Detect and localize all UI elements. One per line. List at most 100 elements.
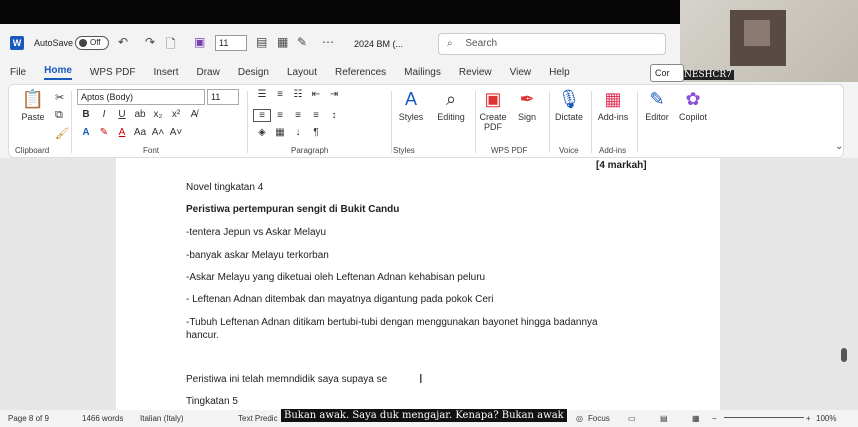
chevron-down-icon[interactable]: ⌄ xyxy=(835,141,843,152)
zoom-out-icon[interactable]: − xyxy=(712,414,717,423)
tab-review[interactable]: Review xyxy=(459,67,492,78)
sort-icon[interactable]: ↓ xyxy=(289,127,307,138)
copilot-button[interactable]: ✿ Copilot xyxy=(675,89,711,122)
tab-insert[interactable]: Insert xyxy=(153,67,178,78)
tab-view[interactable]: View xyxy=(510,67,532,78)
quick-font-size[interactable]: 11 xyxy=(215,35,247,51)
search-icon: ⌕ xyxy=(447,38,453,49)
tab-help[interactable]: Help xyxy=(549,67,570,78)
zoom-level[interactable]: 100% xyxy=(816,414,836,423)
sign-button[interactable]: ✒ Sign xyxy=(513,89,541,122)
new-doc-icon[interactable]: 🗋 xyxy=(166,35,176,56)
align-left-icon[interactable]: ≡ xyxy=(253,109,271,122)
font-color-icon[interactable]: A xyxy=(113,127,131,138)
doc-heading: Peristiwa pertempuran sengit di Bukit Ca… xyxy=(186,204,400,215)
redo-icon[interactable]: ↷ xyxy=(145,35,155,49)
clipboard-icon: 📋 xyxy=(21,89,45,109)
sign-icon: ✒ xyxy=(519,89,535,109)
paragraph-row-1: ☰ ≡ ☷ ⇤ ⇥ xyxy=(253,89,343,100)
autosave-toggle[interactable]: Off xyxy=(75,36,109,50)
zoom-slider[interactable] xyxy=(724,417,804,418)
pen-icon[interactable]: ✎ xyxy=(297,35,307,49)
highlight-icon[interactable]: ✎ xyxy=(95,127,113,138)
page-count[interactable]: Page 8 of 9 xyxy=(8,414,49,423)
tab-mailings[interactable]: Mailings xyxy=(404,67,441,78)
word-count[interactable]: 1466 words xyxy=(82,414,123,423)
align-center-icon[interactable]: ≡ xyxy=(271,110,289,121)
print-layout-icon[interactable]: ▤ xyxy=(660,414,668,423)
search-box[interactable]: ⌕ Search xyxy=(438,33,666,55)
scrollbar-thumb[interactable] xyxy=(841,348,847,362)
underline-icon[interactable]: U xyxy=(113,109,131,120)
save-icon[interactable]: ▣ xyxy=(194,35,205,49)
line-spacing-icon[interactable]: ↕ xyxy=(325,110,343,121)
page-icon[interactable]: ▤ xyxy=(256,35,267,49)
tab-layout[interactable]: Layout xyxy=(287,67,317,78)
addins-button[interactable]: ▦ Add-ins xyxy=(595,89,631,122)
document-page[interactable]: [4 markah] Novel tingkatan 4 Peristiwa p… xyxy=(116,158,720,410)
document-name[interactable]: 2024 BM (... xyxy=(354,39,403,49)
show-marks-icon[interactable]: ¶ xyxy=(307,127,325,138)
subtitle-caption: Bukan awak. Saya duk mengajar. Kenapa? B… xyxy=(281,409,567,422)
subscript-icon[interactable]: x₂ xyxy=(149,109,167,120)
tab-references[interactable]: References xyxy=(335,67,386,78)
voice-group-label: Voice xyxy=(559,146,579,155)
focus-label[interactable]: Focus xyxy=(588,414,610,423)
font-name-box[interactable]: Aptos (Body) xyxy=(77,89,205,105)
text-effects-icon[interactable]: A xyxy=(77,127,95,138)
doc-line: hancur. xyxy=(186,330,219,341)
separator xyxy=(591,91,592,153)
format-painter-icon[interactable]: 🖌 xyxy=(55,127,69,140)
tab-design[interactable]: Design xyxy=(238,67,269,78)
increase-indent-icon[interactable]: ⇥ xyxy=(325,89,343,100)
paste-button[interactable]: 📋 Paste xyxy=(15,89,51,122)
bold-icon[interactable]: B xyxy=(77,109,95,120)
font-size-box[interactable]: 11 xyxy=(207,89,239,105)
editing-button[interactable]: ⌕ Editing xyxy=(433,89,469,122)
dictate-button[interactable]: 🎙 Dictate xyxy=(551,89,587,122)
styles-button[interactable]: A Styles xyxy=(395,89,427,122)
create-pdf-button[interactable]: ▣ Create PDF xyxy=(477,89,509,132)
tab-home[interactable]: Home xyxy=(44,65,72,80)
microphone-icon: 🎙 xyxy=(557,89,581,109)
autosave-label: AutoSave xyxy=(34,38,74,48)
focus-icon[interactable]: ◎ xyxy=(576,414,583,423)
font-format-row: B I Uab x₂ x² A̸ xyxy=(77,109,203,120)
align-right-icon[interactable]: ≡ xyxy=(289,110,307,121)
tab-draw[interactable]: Draw xyxy=(197,67,220,78)
multilevel-list-icon[interactable]: ☷ xyxy=(289,89,307,100)
vertical-scrollbar[interactable] xyxy=(839,158,849,410)
addins-label: Add-ins xyxy=(597,112,629,122)
create-pdf-label: Create PDF xyxy=(479,112,507,132)
read-mode-icon[interactable]: ▭ xyxy=(628,414,636,423)
copy-icon[interactable]: ⧉ xyxy=(55,109,63,122)
strikethrough-icon[interactable]: ab xyxy=(131,109,149,120)
separator xyxy=(391,91,392,153)
numbering-icon[interactable]: ≡ xyxy=(271,89,289,100)
superscript-icon[interactable]: x² xyxy=(167,109,185,120)
shrink-font-icon[interactable]: A˅ xyxy=(167,127,185,138)
format-icon[interactable]: ▦ xyxy=(277,35,288,49)
cut-icon[interactable]: ✂ xyxy=(55,91,64,104)
tab-file[interactable]: File xyxy=(10,67,26,78)
autosave-state: Off xyxy=(90,38,101,47)
text-predictions[interactable]: Text Predic xyxy=(238,414,278,423)
editor-button[interactable]: ✎ Editor xyxy=(641,89,673,122)
italic-icon[interactable]: I xyxy=(95,109,113,120)
change-case-icon[interactable]: Aa xyxy=(131,127,149,138)
more-icon[interactable]: ⋯ xyxy=(322,35,334,49)
tab-wps-pdf[interactable]: WPS PDF xyxy=(90,67,136,78)
clear-format-icon[interactable]: A̸ xyxy=(185,109,203,120)
shading-icon[interactable]: ◈ xyxy=(253,127,271,138)
grow-font-icon[interactable]: A˄ xyxy=(149,127,167,138)
borders-icon[interactable]: ▦ xyxy=(271,127,289,138)
justify-icon[interactable]: ≡ xyxy=(307,110,325,121)
decrease-indent-icon[interactable]: ⇤ xyxy=(307,89,325,100)
undo-icon[interactable]: ↶ xyxy=(118,35,128,49)
bullets-icon[interactable]: ☰ xyxy=(253,89,271,100)
zoom-in-icon[interactable]: + xyxy=(806,414,811,423)
addins-group-label: Add-ins xyxy=(599,146,627,155)
language[interactable]: Italian (Italy) xyxy=(140,414,184,423)
comments-button[interactable]: Cor xyxy=(650,64,684,82)
web-layout-icon[interactable]: ▦ xyxy=(692,414,700,423)
